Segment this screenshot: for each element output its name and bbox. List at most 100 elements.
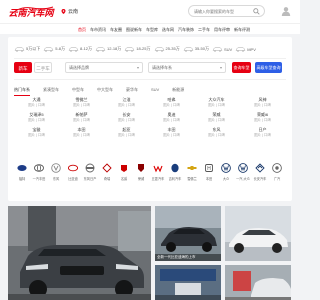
series-cell[interactable]: 奥迪 图片 | 口碑 bbox=[149, 112, 194, 125]
series-cell[interactable]: 荣威i6 图片 | 口碑 bbox=[240, 112, 285, 125]
nav-item-review[interactable]: 用车评审 bbox=[214, 24, 230, 35]
brand-logo-item[interactable]: 一汽丰田 bbox=[31, 163, 47, 191]
series-cell[interactable]: 本田 图片 | 口碑 bbox=[59, 127, 104, 140]
brand-logo-item[interactable]: 长安汽车 bbox=[252, 163, 268, 191]
series-links[interactable]: 图片 | 口碑 bbox=[194, 118, 239, 123]
price-range-item[interactable]: 18-25万 bbox=[124, 46, 151, 52]
tab-compact[interactable]: 紧凑型车 bbox=[43, 87, 59, 93]
nav-item-club[interactable]: 车友圈 bbox=[110, 24, 122, 35]
city-selector[interactable]: 云南 bbox=[61, 6, 78, 17]
series-links[interactable]: 图片 | 口碑 bbox=[194, 133, 239, 138]
price-range-item[interactable]: 8-12万 bbox=[68, 46, 92, 52]
series-cell[interactable]: 日产 图片 | 口碑 bbox=[240, 127, 285, 140]
series-cell[interactable]: 雪佛兰 图片 | 口碑 bbox=[59, 97, 104, 110]
series-links[interactable]: 图片 | 口碑 bbox=[240, 118, 285, 123]
series-cell[interactable]: 丰田 图片 | 口碑 bbox=[149, 127, 194, 140]
series-cell[interactable]: 哈弗 图片 | 口碑 bbox=[149, 97, 194, 110]
series-links[interactable]: 图片 | 口碑 bbox=[59, 103, 104, 108]
brand-select-value: 请选择品牌 bbox=[69, 65, 89, 70]
price-range-item[interactable]: 25-35万 bbox=[154, 46, 180, 52]
brand-logo-item[interactable]: 奇瑞 bbox=[99, 163, 115, 191]
series-cell[interactable]: 起亚 图片 | 口碑 bbox=[104, 127, 149, 140]
brand-logo-item[interactable]: 福特 bbox=[14, 163, 30, 191]
nav-item-news[interactable]: 车市资讯 bbox=[90, 24, 106, 35]
price-range-item[interactable]: 5-8万 bbox=[43, 46, 65, 52]
featured-news-image[interactable] bbox=[8, 206, 151, 300]
news-image[interactable]: 全新一代比亚迪海豹上市 bbox=[155, 206, 221, 261]
brand-select[interactable]: 请选择品牌 bbox=[65, 62, 143, 73]
price-range-item[interactable]: 12-18万 bbox=[95, 46, 121, 52]
search-icon[interactable] bbox=[253, 8, 260, 15]
series-select-value: 请选择车系 bbox=[152, 65, 172, 70]
nav-item-decor[interactable]: 汽车装饰 bbox=[178, 24, 194, 35]
series-cell[interactable]: 艾瑞泽5 图片 | 口碑 bbox=[14, 112, 59, 125]
series-cell[interactable]: 东风 图片 | 口碑 bbox=[194, 127, 239, 140]
brand-logo-label: 吉利汽车 bbox=[168, 177, 182, 181]
series-links[interactable]: 图片 | 口碑 bbox=[14, 133, 59, 138]
series-cell[interactable]: 荣威 图片 | 口碑 bbox=[194, 112, 239, 125]
brand-logo-label: 荣威 bbox=[137, 177, 145, 181]
tab-ev[interactable]: 新能源 bbox=[172, 87, 184, 93]
series-cell[interactable]: 大众汽车 图片 | 口碑 bbox=[194, 97, 239, 110]
search-box[interactable] bbox=[188, 5, 265, 17]
price-range-item[interactable]: 5万以下 bbox=[14, 46, 40, 52]
brand-logo-item[interactable]: 一汽-大众 bbox=[235, 163, 251, 191]
brand-logo-item[interactable]: 名爵 bbox=[116, 163, 132, 191]
series-links[interactable]: 图片 | 口碑 bbox=[14, 118, 59, 123]
tab-hot[interactable]: 热门车系 bbox=[14, 87, 30, 96]
brand-logo-item[interactable]: 荣威 bbox=[133, 163, 149, 191]
series-links[interactable]: 图片 | 口碑 bbox=[14, 103, 59, 108]
brand-logo-item[interactable]: 比亚迪 bbox=[65, 163, 81, 191]
series-cell[interactable]: 新帕萨 图片 | 口碑 bbox=[59, 112, 104, 125]
tab-large[interactable]: 中大型车 bbox=[97, 87, 113, 93]
price-range-item[interactable]: 35-50万 bbox=[183, 46, 209, 52]
nav-item-test[interactable]: 新车评测 bbox=[234, 24, 250, 35]
series-cell[interactable]: 风神 图片 | 口碑 bbox=[240, 97, 285, 110]
series-links[interactable]: 图片 | 口碑 bbox=[240, 133, 285, 138]
series-links[interactable]: 图片 | 口碑 bbox=[194, 103, 239, 108]
series-links[interactable]: 图片 | 口碑 bbox=[104, 118, 149, 123]
price-range-item[interactable]: SUV bbox=[212, 47, 232, 52]
brand-logo-item[interactable]: 五菱汽车 bbox=[150, 163, 166, 191]
advanced-query-button[interactable]: 高级车型查询 bbox=[255, 62, 282, 73]
series-links[interactable]: 图片 | 口碑 bbox=[240, 103, 285, 108]
price-range-item[interactable]: MPV bbox=[235, 47, 256, 52]
brand-logo-item[interactable]: 东风日产 bbox=[82, 163, 98, 191]
series-cell[interactable]: 长安 图片 | 口碑 bbox=[104, 112, 149, 125]
series-links[interactable]: 图片 | 口碑 bbox=[104, 103, 149, 108]
series-links[interactable]: 图片 | 口碑 bbox=[104, 133, 149, 138]
news-image[interactable] bbox=[155, 265, 221, 300]
brand-logo-item[interactable]: 东风 bbox=[48, 163, 64, 191]
query-button[interactable]: 查询车型 bbox=[232, 62, 251, 73]
brand-logo-item[interactable]: 吉利汽车 bbox=[167, 163, 183, 191]
site-logo[interactable]: 云南汽车网 bbox=[8, 4, 55, 20]
nav-item-used[interactable]: 二手车 bbox=[198, 24, 210, 35]
nav-item-models[interactable]: 车型库 bbox=[146, 24, 158, 35]
brand-logo-item[interactable]: 广汽 bbox=[269, 163, 285, 191]
search-input[interactable] bbox=[194, 7, 254, 16]
tab-midsize[interactable]: 中型车 bbox=[72, 87, 84, 93]
brand-logo-item[interactable]: 雪佛兰 bbox=[184, 163, 200, 191]
series-select[interactable]: 请选择车系 bbox=[148, 62, 226, 73]
series-links[interactable]: 图片 | 口碑 bbox=[59, 118, 104, 123]
series-links[interactable]: 图片 | 口碑 bbox=[59, 133, 104, 138]
series-links[interactable]: 图片 | 口碑 bbox=[149, 103, 194, 108]
nav-item-choose[interactable]: 选车网 bbox=[162, 24, 174, 35]
news-image[interactable] bbox=[225, 265, 291, 300]
series-links[interactable]: 图片 | 口碑 bbox=[149, 133, 194, 138]
series-cell[interactable]: 宝骏 图片 | 口碑 bbox=[14, 127, 59, 140]
brand-logo-item[interactable]: 大众 bbox=[218, 163, 234, 191]
category-tabs: 热门车系 紧凑型车 中型车 中大型车 豪华车 SUV 新能源 bbox=[14, 85, 286, 96]
used-car-toggle[interactable]: 二手车 bbox=[34, 62, 52, 73]
tab-suv[interactable]: SUV bbox=[151, 87, 159, 92]
tab-luxury[interactable]: 豪华车 bbox=[126, 87, 138, 93]
user-icon[interactable] bbox=[281, 6, 291, 16]
brand-logo-item[interactable]: H 本田 bbox=[201, 163, 217, 191]
nav-item-photos[interactable]: 图说新车 bbox=[126, 24, 142, 35]
series-links[interactable]: 图片 | 口碑 bbox=[149, 118, 194, 123]
new-car-toggle[interactable]: 新车 bbox=[14, 62, 32, 73]
nav-item-home[interactable]: 首页 bbox=[78, 24, 86, 35]
series-cell[interactable]: 江淮 图片 | 口碑 bbox=[104, 97, 149, 110]
news-image[interactable] bbox=[225, 206, 291, 261]
series-cell[interactable]: 大通 图片 | 口碑 bbox=[14, 97, 59, 110]
